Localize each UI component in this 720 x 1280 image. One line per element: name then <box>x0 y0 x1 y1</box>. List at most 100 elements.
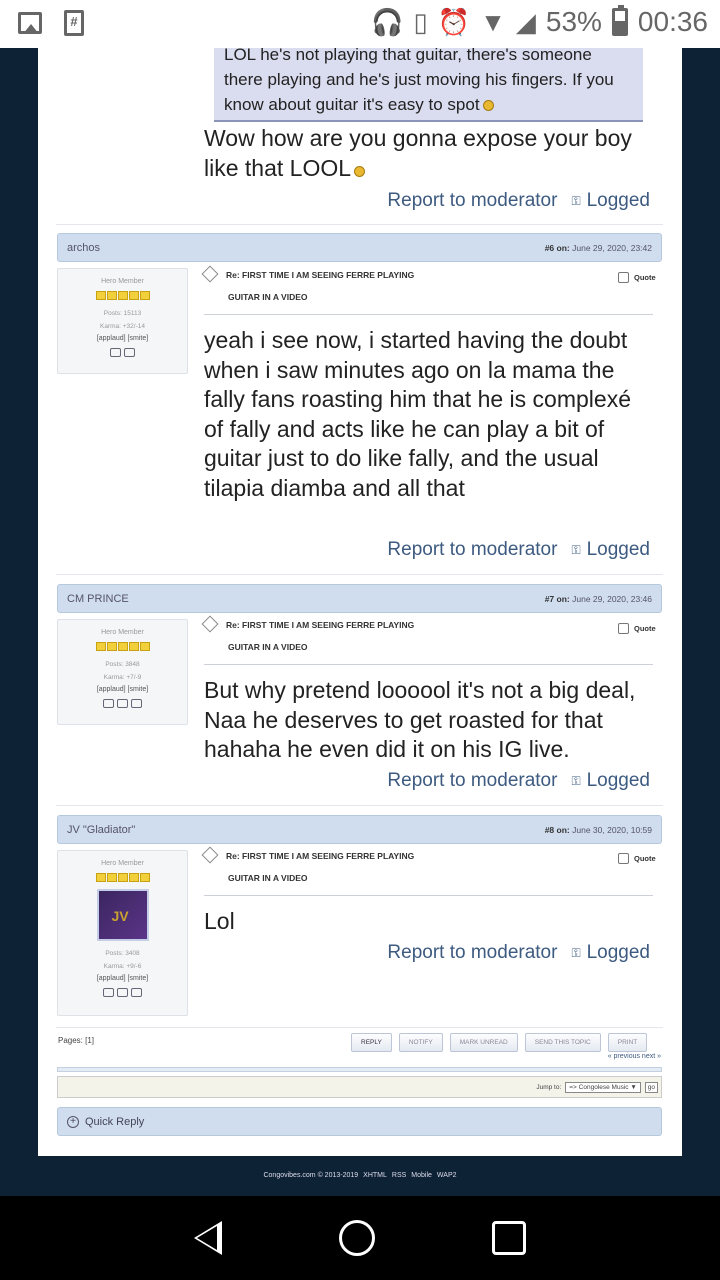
go-button[interactable]: go <box>644 1081 658 1093</box>
profile-icon[interactable] <box>103 988 114 997</box>
android-nav-bar <box>0 1196 720 1280</box>
divider <box>56 1027 663 1028</box>
post-subject[interactable]: Re: FIRST TIME I AM SEEING FERRE PLAYING… <box>201 614 494 658</box>
ip-logged-icon: ⚿ <box>571 773 581 788</box>
send-topic-button[interactable]: SEND THIS TOPIC <box>524 1033 601 1052</box>
quote-icon <box>618 853 629 864</box>
quote-icon <box>618 272 629 283</box>
profile-icon[interactable] <box>110 348 121 357</box>
home-icon[interactable] <box>338 1220 375 1256</box>
jump-to-select[interactable]: => Congolese Music ▼ <box>565 1081 641 1093</box>
divider <box>56 574 663 575</box>
back-icon[interactable] <box>193 1221 222 1255</box>
username[interactable]: archos <box>67 242 100 254</box>
member-rank: Hero Member <box>101 860 144 867</box>
quote-block: LOL he's not playing that guitar, there'… <box>214 48 643 122</box>
expand-icon[interactable]: + <box>67 1115 79 1128</box>
post-count: Posts: 3848 <box>105 661 140 668</box>
post-date: #8 on: June 30, 2020, 10:59 <box>544 824 652 835</box>
recent-apps-icon[interactable] <box>492 1221 527 1255</box>
logged-label: Logged <box>586 539 650 560</box>
headset-icon: 🎧 <box>371 6 404 37</box>
ip-logged-icon: ⚿ <box>571 945 581 960</box>
quick-reply-bar[interactable]: + Quick Reply <box>57 1107 662 1136</box>
pm-icon[interactable] <box>131 988 142 997</box>
quote-text: LOL he's not playing that guitar, there'… <box>224 48 614 114</box>
divider <box>204 664 653 665</box>
notify-button[interactable]: NOTIFY <box>398 1033 443 1052</box>
karma: Karma: +9/-6 <box>103 963 142 970</box>
topic-buttons: REPLY NOTIFY MARK UNREAD SEND THIS TOPIC… <box>351 1033 648 1052</box>
quote-button[interactable]: Quote <box>618 623 656 634</box>
email-icon[interactable] <box>117 699 128 708</box>
quote-button[interactable]: Quote <box>618 272 656 283</box>
mark-unread-button[interactable]: MARK UNREAD <box>449 1033 518 1052</box>
topic-icon <box>201 615 219 633</box>
post-message: yeah i see now, i started having the dou… <box>204 327 631 501</box>
post-count: Posts: 15113 <box>103 310 142 317</box>
post-date: #6 on: June 29, 2020, 23:42 <box>544 242 652 253</box>
battery-icon <box>611 5 628 36</box>
post-subject[interactable]: Re: FIRST TIME I AM SEEING FERRE PLAYING… <box>201 264 494 308</box>
applaud-smite[interactable]: [applaud] [smite] <box>58 333 187 345</box>
karma: Karma: +32/-14 <box>100 323 145 330</box>
applaud-smite[interactable]: [applaud] [smite] <box>58 684 187 696</box>
site-credits: Congovibes.com © 2013-2019 XHTML RSS Mob… <box>0 1172 720 1179</box>
avatar[interactable] <box>96 889 149 941</box>
wap2-link[interactable]: WAP2 <box>437 1172 457 1179</box>
rss-link[interactable]: RSS <box>392 1172 406 1179</box>
rank-stars <box>58 873 187 882</box>
post-actions: Report to moderator ⚿ Logged <box>387 942 650 964</box>
post-message: But why pretend loooool it's not a big d… <box>204 677 636 763</box>
divider <box>56 224 663 225</box>
post-message: Wow how are you gonna expose your boy li… <box>204 125 632 181</box>
divider <box>204 314 653 315</box>
post-date: #7 on: June 29, 2020, 23:46 <box>544 593 652 604</box>
print-button[interactable]: PRINT <box>607 1033 648 1052</box>
post-subject[interactable]: Re: FIRST TIME I AM SEEING FERRE PLAYING… <box>201 845 494 889</box>
ip-logged-icon: ⚿ <box>571 542 581 557</box>
report-moderator-link[interactable]: Report to moderator <box>387 942 557 964</box>
profile-icon[interactable] <box>103 699 114 708</box>
applaud-smite[interactable]: [applaud] [smite] <box>58 973 187 985</box>
alarm-icon: ⏰ <box>437 6 471 37</box>
member-rank: Hero Member <box>101 278 144 285</box>
wifi-icon: ▼ <box>480 6 506 37</box>
status-bar: # 🎧 ▯ ⏰ ▼ ◢ 53% 00:36 <box>0 0 720 48</box>
post-actions: Report to moderator ⚿ Logged <box>387 539 650 561</box>
battery-percent: 53% <box>545 6 602 37</box>
karma: Karma: +7/-9 <box>103 674 142 681</box>
copyright: Congovibes.com © 2013-2019 <box>263 1172 359 1179</box>
post-message: Lol <box>204 908 235 934</box>
divider <box>56 805 663 806</box>
report-moderator-link[interactable]: Report to moderator <box>387 190 557 212</box>
divider <box>204 895 653 896</box>
pm-icon[interactable] <box>124 348 135 357</box>
email-icon[interactable] <box>117 988 128 997</box>
prev-next-links[interactable]: « previous next » <box>608 1053 661 1060</box>
rank-stars <box>58 642 187 651</box>
post-count: Posts: 3408 <box>105 950 140 957</box>
topic-icon <box>201 846 219 864</box>
logged-label: Logged <box>586 942 650 963</box>
xhtml-link[interactable]: XHTML <box>363 1172 387 1179</box>
quick-reply-label: Quick Reply <box>85 1115 145 1128</box>
clock: 00:36 <box>637 6 708 37</box>
mobile-link[interactable]: Mobile <box>411 1172 432 1179</box>
signal-icon: ◢ <box>515 6 536 37</box>
reply-button[interactable]: REPLY <box>351 1033 392 1052</box>
poster-info: Hero Member Posts: 15113 Karma: +32/-14 … <box>57 268 188 374</box>
poster-info: Hero Member Posts: 3848 Karma: +7/-9 [ap… <box>57 619 188 725</box>
report-moderator-link[interactable]: Report to moderator <box>387 770 557 792</box>
pagination[interactable]: Pages: [1] <box>58 1036 94 1045</box>
post-header: JV "Gladiator" #8 on: June 30, 2020, 10:… <box>57 815 662 844</box>
logged-label: Logged <box>586 770 650 791</box>
post-header: CM PRINCE #7 on: June 29, 2020, 23:46 <box>57 584 662 613</box>
laugh-smiley-icon <box>482 100 494 111</box>
forum-page: LOL he's not playing that guitar, there'… <box>38 48 682 1156</box>
quote-button[interactable]: Quote <box>618 853 656 864</box>
username[interactable]: CM PRINCE <box>67 593 129 605</box>
pm-icon[interactable] <box>131 699 142 708</box>
report-moderator-link[interactable]: Report to moderator <box>387 539 557 561</box>
username[interactable]: JV "Gladiator" <box>67 824 135 836</box>
